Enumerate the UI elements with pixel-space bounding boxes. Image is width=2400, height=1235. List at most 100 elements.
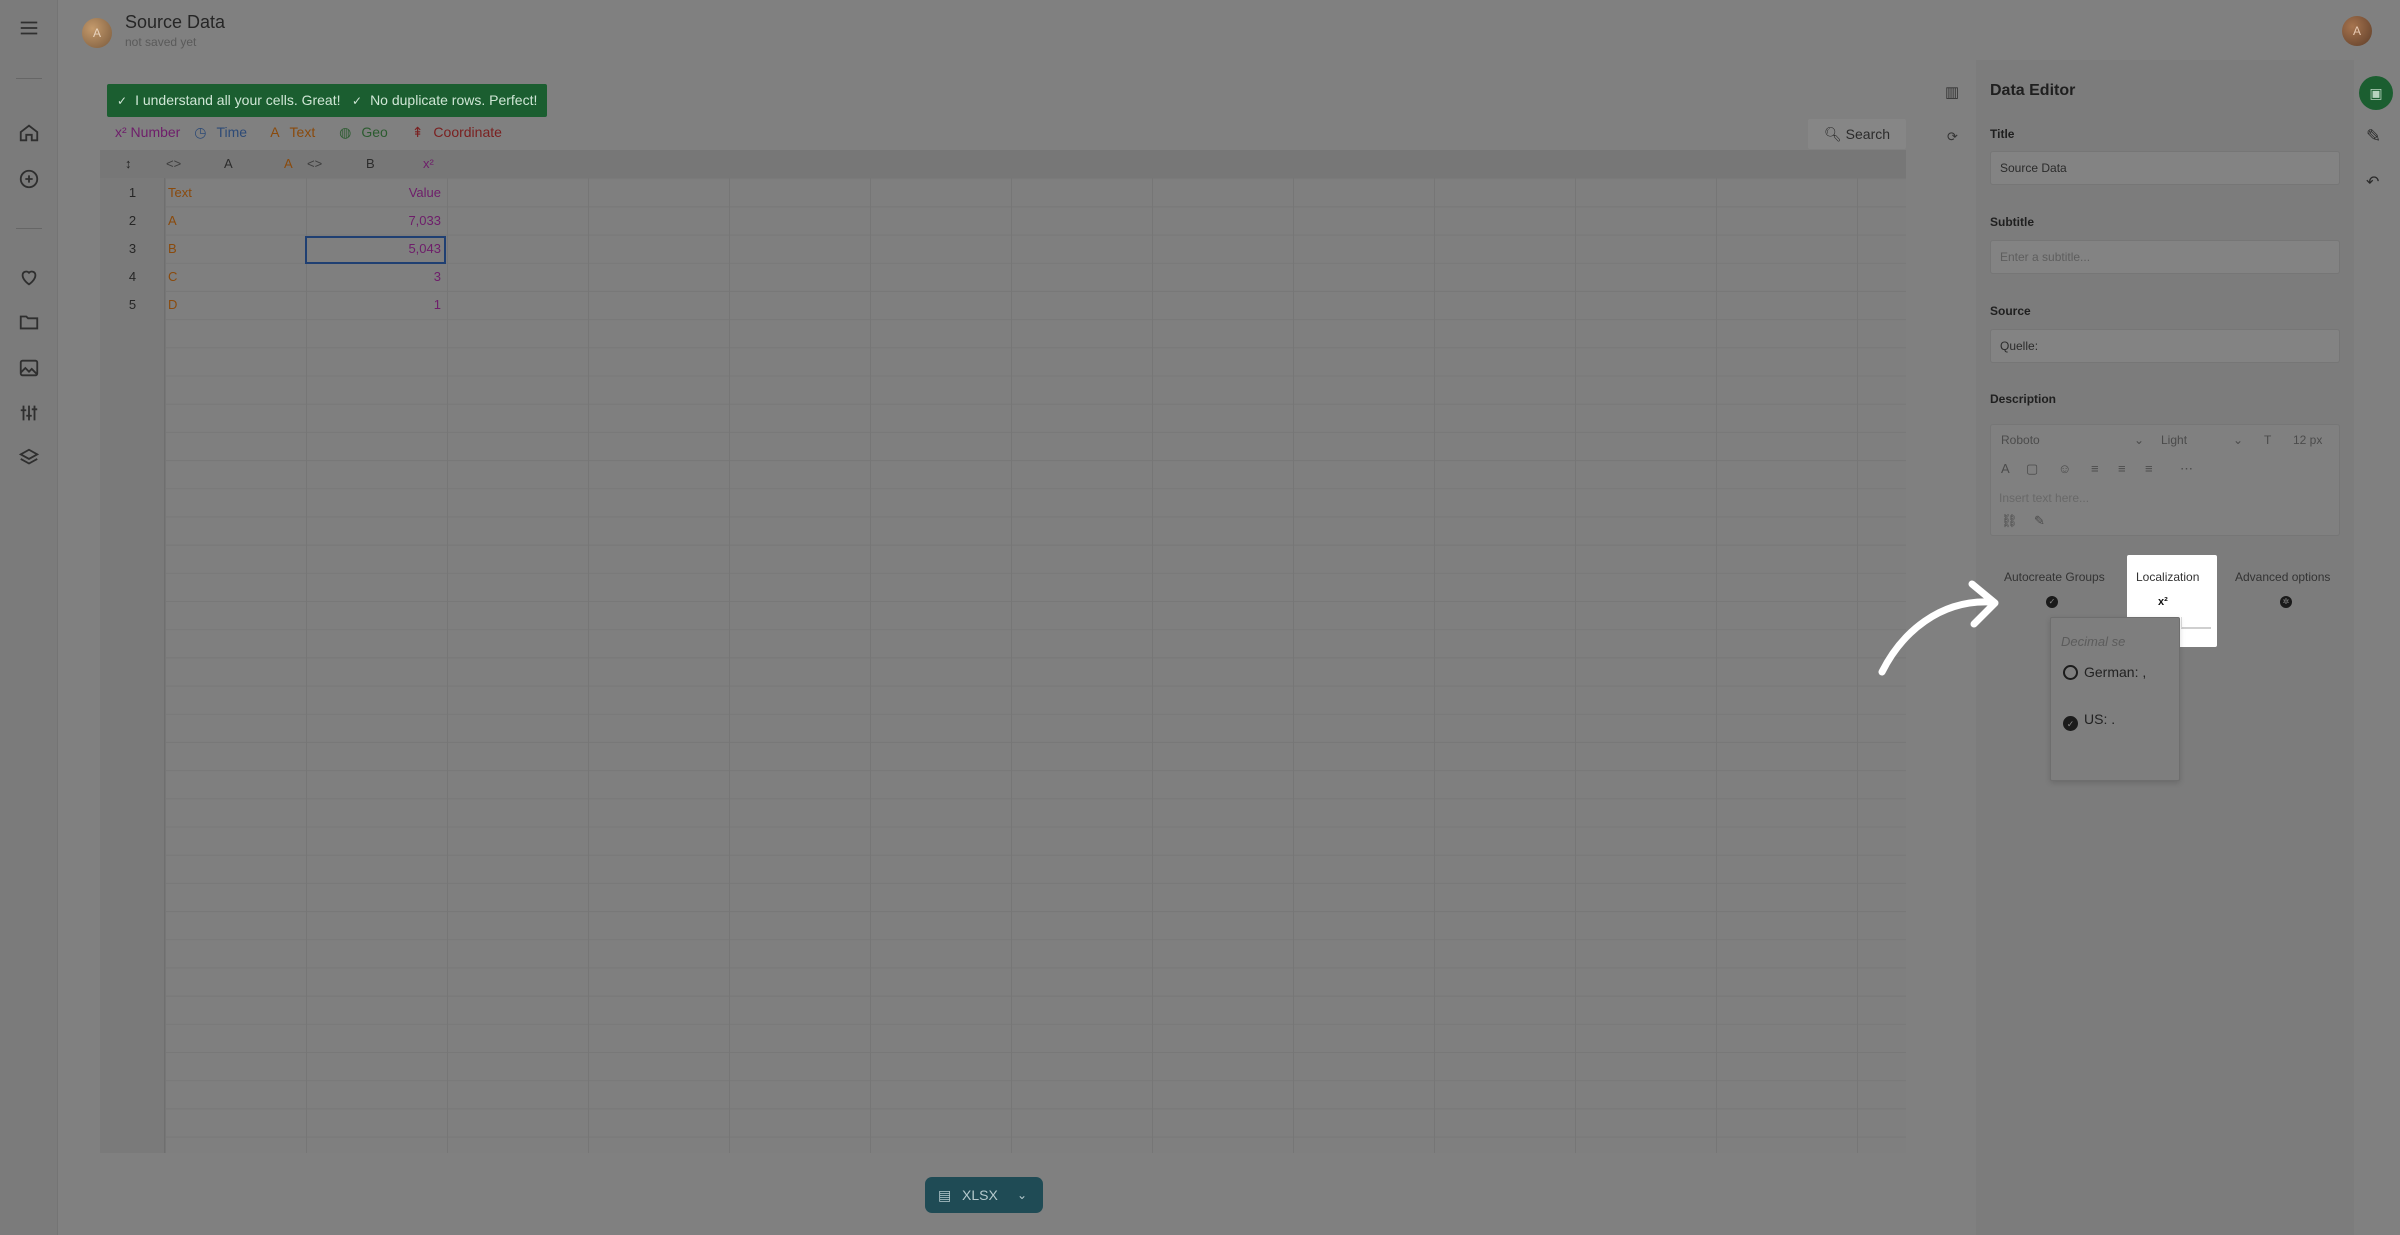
home-icon[interactable] (17, 122, 41, 146)
sliders-icon[interactable] (17, 402, 41, 426)
emoji-icon[interactable]: ☺ (2058, 461, 2071, 476)
type-legend: x² Number ◷ Time A Text ◍ Geo ⇞ Coordinate (115, 124, 522, 141)
cell-a3[interactable]: B (168, 235, 177, 263)
type-time: ◷ Time (194, 124, 248, 140)
description-editor[interactable]: Roboto ⌄ Light ⌄ T 12 px A ▢ ☺ ≡ ≡ ≡ ⋯ I… (1990, 424, 2340, 536)
cell-b5[interactable]: 1 (307, 291, 441, 319)
heart-icon[interactable] (17, 266, 41, 290)
localization-number-icon: x² (2158, 596, 2168, 608)
folder-icon[interactable] (17, 311, 41, 335)
cell-b2[interactable]: 7,033 (307, 207, 441, 235)
decimal-option-german[interactable]: German: , (2063, 664, 2146, 680)
row-number[interactable]: 4 (100, 263, 165, 291)
project-avatar: A (82, 18, 112, 48)
radio-unchecked-icon[interactable] (2063, 665, 2078, 680)
search-button[interactable]: 🔍︎ Search (1808, 119, 1906, 149)
cell-a4[interactable]: C (168, 263, 177, 291)
nav-divider (16, 228, 42, 229)
text-type-icon: A (270, 124, 280, 140)
text-color-icon[interactable]: A (2001, 461, 2010, 476)
undo-icon[interactable]: ↶ (2366, 172, 2379, 192)
edit-link-icon[interactable]: ✎ (2034, 513, 2045, 529)
more-icon[interactable]: ⋯ (2180, 461, 2193, 477)
radio-checked-icon[interactable]: ✓ (2063, 716, 2078, 731)
nav-rail (0, 0, 58, 1235)
link-icon[interactable]: ⛓ (2001, 513, 2018, 529)
align-center-icon[interactable]: ≡ (2118, 461, 2126, 476)
panel-title: Data Editor (1990, 82, 2076, 99)
column-b-type-icon[interactable]: x² (423, 150, 434, 178)
sort-icon[interactable]: ↕ (125, 150, 132, 178)
layers-icon[interactable] (17, 447, 41, 471)
background-color-icon[interactable]: ▢ (2026, 461, 2038, 477)
source-field[interactable]: Quelle: (1990, 329, 2340, 363)
weight-select-chevron-icon[interactable]: ⌄ (2233, 433, 2243, 447)
column-b-code-icon[interactable]: <> (307, 150, 322, 178)
type-number: x² Number (115, 124, 181, 140)
cell-a2[interactable]: A (168, 207, 177, 235)
type-text: A Text (270, 124, 316, 140)
subtitle-field[interactable]: Enter a subtitle... (1990, 240, 2340, 274)
font-size-value[interactable]: 12 px (2293, 433, 2322, 447)
column-a-letter[interactable]: A (224, 150, 233, 178)
description-placeholder[interactable]: Insert text here... (1999, 491, 2089, 505)
cell-b4[interactable]: 3 (307, 263, 441, 291)
source-label: Source (1990, 304, 2031, 318)
coordinate-icon: ⇞ (411, 124, 424, 140)
chevron-down-icon[interactable]: ⌄ (1017, 1177, 1027, 1213)
selected-cell-outline (305, 236, 446, 264)
save-button[interactable]: ▣ (2359, 76, 2393, 110)
row-number[interactable]: 3 (100, 235, 165, 263)
weight-select[interactable]: Light (2161, 433, 2187, 447)
clock-icon: ◷ (194, 124, 207, 140)
row-number[interactable]: 1 (100, 179, 165, 207)
subtitle-label: Subtitle (1990, 215, 2034, 229)
search-icon: 🔍︎ (1823, 126, 1842, 142)
export-xlsx-button[interactable]: ▤ XLSX ⌄ (925, 1177, 1043, 1213)
banner-text: No duplicate rows. Perfect! (370, 92, 538, 108)
image-icon[interactable] (17, 357, 41, 381)
menu-icon[interactable] (17, 17, 41, 41)
decimal-separator-dropdown[interactable]: Decimal se German: , ✓ US: . (2050, 617, 2180, 781)
spreadsheet-grid[interactable]: ↕ <> A A <> B x² 1 Text Value 2 A 7,033 … (100, 150, 1906, 1153)
barcode-icon[interactable]: ▥ (1945, 83, 1959, 101)
description-label: Description (1990, 392, 2057, 406)
autocreate-groups-toggle[interactable]: ✓ (2046, 596, 2058, 608)
decimal-option-us[interactable]: ✓ US: . (2063, 711, 2115, 731)
column-a-type-icon[interactable]: A (284, 150, 293, 178)
user-avatar[interactable]: A (2342, 16, 2372, 46)
database-icon: ▤ (938, 1187, 952, 1203)
localization-tab-right (2181, 617, 2211, 629)
tutorial-arrow (1878, 580, 1999, 676)
globe-icon: ◍ (339, 124, 352, 140)
advanced-options-label: Advanced options (2235, 570, 2331, 584)
decimal-header: Decimal se (2061, 634, 2126, 649)
option-label: German: , (2084, 664, 2147, 680)
duplicates-ok-banner: ✓ No duplicate rows. Perfect! (342, 84, 548, 117)
refresh-icon[interactable]: ⟳ (1947, 129, 1958, 145)
cell-a5[interactable]: D (168, 291, 177, 319)
add-circle-icon[interactable] (17, 168, 41, 192)
edit-pencil-icon[interactable]: ✎ (2366, 126, 2381, 147)
advanced-options-gear-icon[interactable]: ✲ (2280, 596, 2292, 608)
save-status: not saved yet (125, 35, 197, 49)
column-a-code-icon[interactable]: <> (166, 150, 181, 178)
title-label: Title (1990, 127, 2015, 141)
type-coordinate: ⇞ Coordinate (411, 124, 502, 140)
row-number[interactable]: 5 (100, 291, 165, 319)
font-select-chevron-icon[interactable]: ⌄ (2134, 433, 2144, 447)
save-icon: ▣ (2369, 85, 2383, 101)
title-field[interactable]: Source Data (1990, 151, 2340, 185)
align-right-icon[interactable]: ≡ (2145, 461, 2153, 476)
localization-label: Localization (2136, 570, 2200, 584)
check-icon: ✓ (117, 94, 128, 108)
cell-a1[interactable]: Text (168, 179, 192, 207)
row-number[interactable]: 2 (100, 207, 165, 235)
page-title[interactable]: Source Data (125, 12, 225, 33)
cell-b1[interactable]: Value (307, 179, 441, 207)
font-select[interactable]: Roboto (2001, 433, 2040, 447)
column-b-letter[interactable]: B (366, 150, 375, 178)
export-label: XLSX (962, 1187, 998, 1203)
align-left-icon[interactable]: ≡ (2091, 461, 2099, 476)
type-geo: ◍ Geo (339, 124, 388, 140)
